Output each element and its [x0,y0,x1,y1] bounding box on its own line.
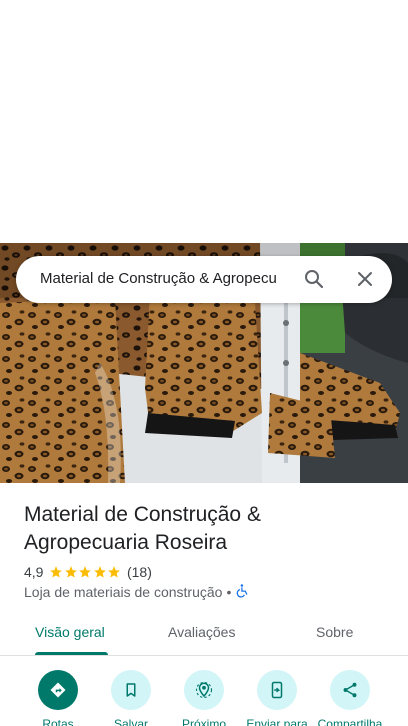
close-icon[interactable] [353,267,377,291]
search-bar[interactable]: Material de Construção & Agropecu [16,256,392,303]
action-bar: Rotas Salvar Próximo Enviar para Compart… [0,668,408,726]
directions-button[interactable]: Rotas [19,668,97,726]
star-icon [79,566,92,578]
review-count[interactable]: (18) [127,564,152,580]
wheelchair-icon [235,583,250,601]
send-to-phone-button[interactable]: Enviar para [238,668,316,726]
place-title: Material de Construção & Agropecuaria Ro… [24,503,261,554]
send-to-phone-icon [257,670,297,710]
rating-value: 4,9 [24,564,44,580]
star-icon [94,566,106,578]
search-icon[interactable] [302,267,326,291]
save-button[interactable]: Salvar [92,668,170,726]
separator: • [226,584,232,600]
share-label: Compartilha [317,717,383,726]
tab-overview[interactable]: Visão geral [35,624,105,640]
category-row: Loja de materiais de construção • [24,583,250,601]
save-label: Salvar [113,717,148,726]
directions-label: Rotas [42,717,74,726]
rating-row[interactable]: 4,9 (18) [24,563,152,581]
nearby-button[interactable]: Próximo [165,668,243,726]
tab-about[interactable]: Sobre [316,624,353,640]
tab-reviews[interactable]: Avaliações [168,624,235,640]
star-icon [65,566,77,578]
nearby-label: Próximo [181,717,226,726]
bookmark-icon [111,670,151,710]
map-area [0,0,408,243]
share-icon [330,670,370,710]
star-icon [50,566,63,578]
send-to-phone-label: Enviar para [246,717,308,726]
directions-icon [38,670,78,710]
active-tab-indicator [35,652,108,655]
rating-stars [49,565,122,579]
search-input[interactable]: Material de Construção & Agropecu [40,270,288,290]
place-category: Loja de materiais de construção [24,584,223,600]
share-button[interactable]: Compartilha [311,668,389,726]
nearby-icon [184,670,224,710]
star-icon [108,566,121,578]
place-tabs: Visão geral Avaliações Sobre [0,612,408,656]
